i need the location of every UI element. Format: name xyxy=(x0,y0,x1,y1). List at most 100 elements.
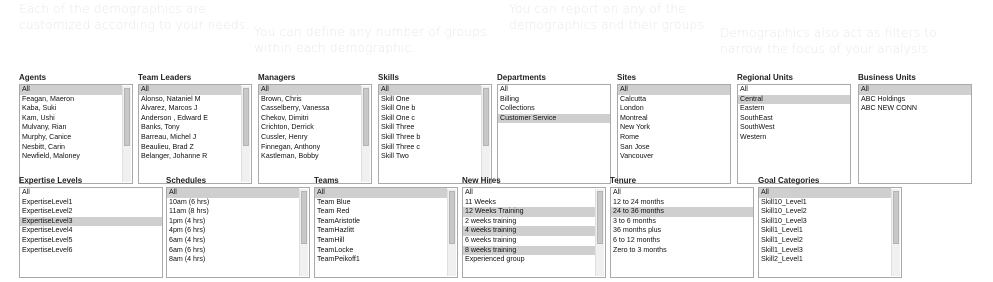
list-item[interactable]: Kaba, Suki xyxy=(20,104,122,114)
list-item[interactable]: Skill1_Level1 xyxy=(759,226,891,236)
list-item[interactable]: Collections xyxy=(498,104,610,114)
list-item[interactable]: Skill Three b xyxy=(379,133,481,143)
scrollbar[interactable] xyxy=(299,189,308,276)
list-item[interactable]: All xyxy=(259,85,361,95)
list-item[interactable]: ExpertiseLevel1 xyxy=(20,198,162,208)
list-item[interactable]: Skill Three c xyxy=(379,143,481,153)
list-item[interactable]: Skill10_Level2 xyxy=(759,207,891,217)
list-item[interactable]: Belanger, Johanne R xyxy=(139,152,241,162)
list-item[interactable]: Experienced group xyxy=(463,255,595,265)
list-item[interactable]: TeamHazlitt xyxy=(315,226,447,236)
list-item[interactable]: 4pm (6 hrs) xyxy=(167,226,299,236)
schedules-listbox[interactable]: All 10am (6 hrs) 11am (8 hrs) 1pm (4 hrs) 4p… xyxy=(166,187,310,278)
list-item[interactable]: SouthEast xyxy=(738,114,850,124)
list-item[interactable]: Casselberry, Vanessa xyxy=(259,104,361,114)
list-item[interactable]: All xyxy=(167,188,299,198)
expertise-levels-listbox[interactable]: All ExpertiseLevel1 ExpertiseLevel2 Experti… xyxy=(19,187,163,278)
list-item[interactable]: 11 Weeks xyxy=(463,198,595,208)
goal-categories-listbox[interactable]: All Skill10_Level1 Skill10_Level2 Skill10_L… xyxy=(758,187,902,278)
list-item[interactable]: Skill One c xyxy=(379,114,481,124)
list-item[interactable]: 11am (8 hrs) xyxy=(167,207,299,217)
list-item[interactable]: ABC NEW CONN xyxy=(859,104,971,114)
list-item[interactable]: Calcutta xyxy=(618,95,730,105)
list-item[interactable]: Anderson , Edward E xyxy=(139,114,241,124)
scrollbar-thumb[interactable] xyxy=(597,191,603,244)
regional-units-listbox[interactable]: All Central Eastern SouthEast SouthWest Weste… xyxy=(737,84,851,184)
list-item[interactable]: Billing xyxy=(498,95,610,105)
list-item[interactable]: San Jose xyxy=(618,143,730,153)
list-item[interactable]: Skill Two xyxy=(379,152,481,162)
list-item[interactable]: 24 to 36 months xyxy=(611,207,753,217)
list-item[interactable]: All xyxy=(738,85,850,95)
list-item[interactable]: ExpertiseLevel4 xyxy=(20,226,162,236)
list-item[interactable]: 6am (6 hrs) xyxy=(167,246,299,256)
list-item[interactable]: All xyxy=(618,85,730,95)
list-item[interactable]: Cussler, Henry xyxy=(259,133,361,143)
list-item[interactable]: New York xyxy=(618,123,730,133)
list-item[interactable]: 8am (4 hrs) xyxy=(167,255,299,265)
list-item[interactable]: Kastleman, Bobby xyxy=(259,152,361,162)
list-item[interactable]: All xyxy=(759,188,891,198)
list-item[interactable]: Eastern xyxy=(738,104,850,114)
list-item[interactable]: TeamHill xyxy=(315,236,447,246)
list-item[interactable]: ExpertiseLevel5 xyxy=(20,236,162,246)
list-item[interactable]: Beaulieu, Brad Z xyxy=(139,143,241,153)
list-item[interactable]: 3 to 6 months xyxy=(611,217,753,227)
list-item[interactable]: Crichton, Derrick xyxy=(259,123,361,133)
scrollbar[interactable] xyxy=(241,86,250,182)
list-item[interactable]: Skill One xyxy=(379,95,481,105)
list-item[interactable]: Skill One b xyxy=(379,104,481,114)
scrollbar-thumb[interactable] xyxy=(301,191,307,244)
list-item[interactable]: Skill10_Level3 xyxy=(759,217,891,227)
list-item[interactable]: TeamLocke xyxy=(315,246,447,256)
list-item[interactable]: Rome xyxy=(618,133,730,143)
list-item[interactable]: Team Red xyxy=(315,207,447,217)
list-item[interactable]: Vancouver xyxy=(618,152,730,162)
list-item[interactable]: Team Blue xyxy=(315,198,447,208)
list-item[interactable]: Feagan, Maeron xyxy=(20,95,122,105)
departments-listbox[interactable]: All Billing Collections Customer Service xyxy=(497,84,611,184)
scrollbar[interactable] xyxy=(891,189,900,276)
list-item[interactable]: Skill Three xyxy=(379,123,481,133)
tenure-listbox[interactable]: All 12 to 24 months 24 to 36 months 3 to 6 … xyxy=(610,187,754,278)
list-item[interactable]: Nesbitt, Carin xyxy=(20,143,122,153)
list-item[interactable]: 10am (6 hrs) xyxy=(167,198,299,208)
list-item[interactable]: Montreal xyxy=(618,114,730,124)
list-item[interactable]: Western xyxy=(738,133,850,143)
list-item[interactable]: Alonso, Nataniel M xyxy=(139,95,241,105)
list-item[interactable]: All xyxy=(859,85,971,95)
list-item[interactable]: Skill10_Level1 xyxy=(759,198,891,208)
list-item[interactable]: 36 months plus xyxy=(611,226,753,236)
list-item[interactable]: Skill2_Level1 xyxy=(759,255,891,265)
list-item[interactable]: Customer Service xyxy=(498,113,610,124)
scrollbar-thumb[interactable] xyxy=(893,191,899,244)
scrollbar-thumb[interactable] xyxy=(363,88,369,146)
business-units-listbox[interactable]: All ABC Holdings ABC NEW CONN xyxy=(858,84,972,184)
list-item[interactable]: 4 weeks training xyxy=(463,226,595,236)
list-item[interactable]: All xyxy=(20,85,122,95)
list-item[interactable]: TeamPeikoff1 xyxy=(315,255,447,265)
list-item[interactable]: 6am (4 hrs) xyxy=(167,236,299,246)
list-item[interactable]: Skill1_Level3 xyxy=(759,246,891,256)
agents-listbox[interactable]: All Feagan, Maeron Kaba, Suki Kam, Ushi Mulv… xyxy=(19,84,133,184)
list-item[interactable]: Chekov, Dimitri xyxy=(259,114,361,124)
scrollbar[interactable] xyxy=(481,86,490,182)
list-item[interactable]: All xyxy=(315,188,447,198)
list-item[interactable]: All xyxy=(379,85,481,95)
list-item[interactable]: ABC Holdings xyxy=(859,95,971,105)
list-item[interactable]: All xyxy=(463,188,595,198)
scrollbar-thumb[interactable] xyxy=(124,88,130,146)
scrollbar[interactable] xyxy=(122,86,131,182)
list-item[interactable]: 6 to 12 months xyxy=(611,236,753,246)
list-item[interactable]: Kam, Ushi xyxy=(20,114,122,124)
scrollbar-thumb[interactable] xyxy=(483,88,489,146)
list-item[interactable]: All xyxy=(498,85,610,95)
skills-listbox[interactable]: All Skill One Skill One b Skill One c Skill … xyxy=(378,84,492,184)
new-hires-listbox[interactable]: All 11 Weeks 12 Weeks Training 2 weeks trai… xyxy=(462,187,606,278)
list-item[interactable]: All xyxy=(611,188,753,198)
list-item[interactable]: Central xyxy=(738,94,850,105)
scrollbar[interactable] xyxy=(447,189,456,276)
scrollbar-thumb[interactable] xyxy=(449,191,455,244)
list-item[interactable]: Zero to 3 months xyxy=(611,246,753,256)
list-item[interactable]: All xyxy=(20,188,162,198)
